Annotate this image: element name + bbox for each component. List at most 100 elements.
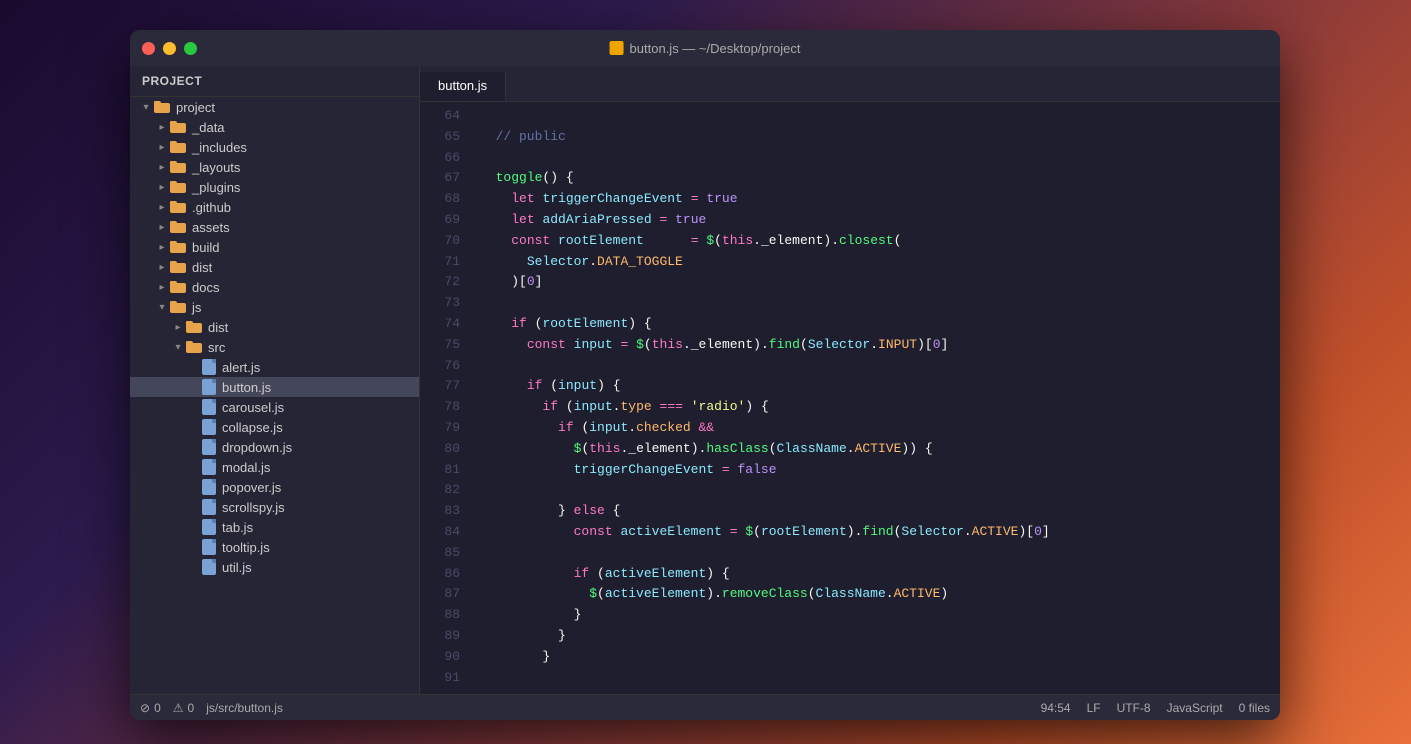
tree-item-label: project: [176, 100, 215, 115]
file-path: js/src/button.js: [206, 701, 283, 715]
code-line: const input = $(this._element).find(Sele…: [480, 335, 1280, 356]
code-line: triggerChangeEvent = false: [480, 460, 1280, 481]
tree-item-build[interactable]: ▸build: [130, 237, 419, 257]
tree-item-dropdown.js[interactable]: dropdown.js: [130, 437, 419, 457]
tree-item-label: dist: [192, 260, 212, 275]
tree-item-label: _data: [192, 120, 225, 135]
arrow-icon: ▸: [154, 259, 170, 275]
tree-item-popover.js[interactable]: popover.js: [130, 477, 419, 497]
line-number: 79: [444, 418, 460, 439]
file-icon: [202, 359, 216, 375]
arrow-icon: ▸: [154, 119, 170, 135]
code-line: if (activeElement) {: [480, 564, 1280, 585]
tree-item-label: dist: [208, 320, 228, 335]
line-number: 76: [444, 356, 460, 377]
line-number: 71: [444, 252, 460, 273]
tree-item-label: tooltip.js: [222, 540, 270, 555]
tree-item-docs[interactable]: ▸docs: [130, 277, 419, 297]
window-title: button.js — ~/Desktop/project: [610, 41, 801, 56]
file-tree: ▾project▸_data▸_includes▸_layouts▸_plugi…: [130, 97, 419, 577]
line-number: 72: [444, 272, 460, 293]
status-bar: ⊘ 0 ⚠ 0 js/src/button.js 94:54 LF UTF-8 …: [130, 694, 1280, 720]
tree-item-label: modal.js: [222, 460, 270, 475]
tree-item-modal.js[interactable]: modal.js: [130, 457, 419, 477]
line-numbers: 6465666768697071727374757677787980818283…: [420, 102, 468, 694]
tree-item-assets[interactable]: ▸assets: [130, 217, 419, 237]
line-number: 68: [444, 189, 460, 210]
tree-item-button.js[interactable]: button.js: [130, 377, 419, 397]
tree-item-util.js[interactable]: util.js: [130, 557, 419, 577]
tree-item-label: button.js: [222, 380, 271, 395]
file-type-icon: [610, 41, 624, 55]
arrow-icon: ▸: [154, 179, 170, 195]
tree-item-alert.js[interactable]: alert.js: [130, 357, 419, 377]
tree-item-js[interactable]: ▾js: [130, 297, 419, 317]
folder-icon: [170, 241, 186, 253]
line-number: 85: [444, 543, 460, 564]
folder-icon: [170, 181, 186, 193]
code-line: [480, 480, 1280, 501]
folder-icon: [154, 101, 170, 113]
code-line: Selector.DATA_TOGGLE: [480, 252, 1280, 273]
close-button[interactable]: [142, 42, 155, 55]
tree-item-tooltip.js[interactable]: tooltip.js: [130, 537, 419, 557]
tab-bar: button.js: [420, 66, 1280, 102]
line-number: 90: [444, 647, 460, 668]
code-line: [480, 106, 1280, 127]
tab-button-js[interactable]: button.js: [420, 72, 506, 101]
code-line: [480, 148, 1280, 169]
cursor-position: 94:54: [1041, 701, 1071, 715]
line-number: 69: [444, 210, 460, 231]
tree-item-project[interactable]: ▾project: [130, 97, 419, 117]
tree-item-scrollspy.js[interactable]: scrollspy.js: [130, 497, 419, 517]
code-line: $(this._element).hasClass(ClassName.ACTI…: [480, 439, 1280, 460]
tree-item-carousel.js[interactable]: carousel.js: [130, 397, 419, 417]
tree-item-tab.js[interactable]: tab.js: [130, 517, 419, 537]
folder-icon: [170, 121, 186, 133]
line-number: 73: [444, 293, 460, 314]
line-number: 80: [444, 439, 460, 460]
error-icon: ⊘: [140, 701, 150, 715]
line-number: 77: [444, 376, 460, 397]
code-line: }: [480, 647, 1280, 668]
folder-icon: [170, 301, 186, 313]
tree-item-dist[interactable]: ▸ dist: [130, 257, 419, 277]
tree-item-label: util.js: [222, 560, 252, 575]
line-number: 81: [444, 460, 460, 481]
tree-item-_includes[interactable]: ▸_includes: [130, 137, 419, 157]
code-line: // public: [480, 127, 1280, 148]
code-line: let triggerChangeEvent = true: [480, 189, 1280, 210]
tree-item-label: src: [208, 340, 225, 355]
code-content[interactable]: // public toggle() { let triggerChangeEv…: [468, 102, 1280, 694]
arrow-icon: ▾: [170, 339, 186, 355]
code-line: )[0]: [480, 272, 1280, 293]
files-count: 0 files: [1239, 701, 1270, 715]
arrow-icon: ▸: [170, 319, 186, 335]
code-line: const rootElement = $(this._element).clo…: [480, 231, 1280, 252]
tree-item-js-src[interactable]: ▾ src: [130, 337, 419, 357]
code-line: $(activeElement).removeClass(ClassName.A…: [480, 584, 1280, 605]
code-line: [480, 293, 1280, 314]
code-line: if (input.checked &&: [480, 418, 1280, 439]
editor-window: button.js — ~/Desktop/project Project ▾p…: [130, 30, 1280, 720]
tree-item-js-dist[interactable]: ▸ dist: [130, 317, 419, 337]
file-icon: [202, 459, 216, 475]
maximize-button[interactable]: [184, 42, 197, 55]
line-number: 83: [444, 501, 460, 522]
minimize-button[interactable]: [163, 42, 176, 55]
file-icon: [202, 479, 216, 495]
tree-item-label: collapse.js: [222, 420, 283, 435]
tree-item-label: assets: [192, 220, 230, 235]
folder-icon: [170, 281, 186, 293]
line-number: 89: [444, 626, 460, 647]
arrow-icon: ▸: [154, 159, 170, 175]
tree-item-.github[interactable]: ▸.github: [130, 197, 419, 217]
file-icon: [202, 419, 216, 435]
tree-item-_data[interactable]: ▸ _data: [130, 117, 419, 137]
tree-item-_plugins[interactable]: ▸_plugins: [130, 177, 419, 197]
tree-item-collapse.js[interactable]: collapse.js: [130, 417, 419, 437]
tree-item-label: build: [192, 240, 219, 255]
tree-item-_layouts[interactable]: ▸_layouts: [130, 157, 419, 177]
encoding: UTF-8: [1117, 701, 1151, 715]
arrow-icon: ▸: [154, 279, 170, 295]
